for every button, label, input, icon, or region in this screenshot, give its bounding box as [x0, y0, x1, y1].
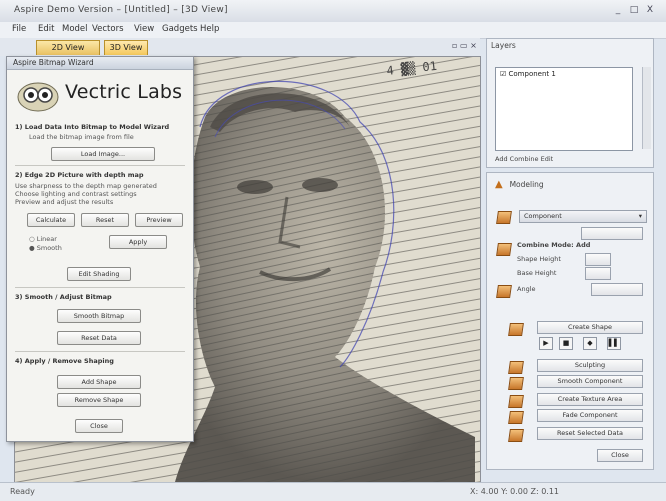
combine-field[interactable]	[581, 227, 643, 240]
layers-tool-row[interactable]: Add Combine Edit	[495, 155, 553, 163]
shape-height-input[interactable]	[585, 253, 611, 266]
layers-title: Layers	[491, 41, 516, 50]
tab-3d-view[interactable]: 3D View	[104, 40, 148, 55]
close-button[interactable]: X	[644, 4, 656, 16]
base-height-label: Base Height	[517, 269, 557, 277]
shape-height-label: Shape Height	[517, 255, 561, 263]
radio-linear-icon[interactable]: ○	[29, 235, 35, 243]
wizard-close-button[interactable]: Close	[75, 419, 123, 433]
smooth-component-button[interactable]: Smooth Component	[537, 375, 643, 388]
step1-text: Load the bitmap image from file	[29, 133, 134, 141]
load-image-button[interactable]: Load Image...	[51, 147, 155, 161]
option-smooth: Smooth	[36, 244, 62, 252]
reset-data-icon[interactable]	[508, 429, 524, 442]
step1-heading: 1) Load Data Into Bitmap to Model Wizard	[15, 123, 170, 131]
create-shape-icon[interactable]	[508, 323, 524, 336]
reset-selected-data-button[interactable]: Reset Selected Data	[537, 427, 643, 440]
view-tabs: 2D View 3D View ▫ ▭ ×	[0, 38, 480, 56]
stop-icon[interactable]: ■	[559, 337, 573, 350]
menu-model[interactable]: Model	[62, 24, 88, 34]
logo-text: Vectric Labs	[65, 81, 183, 103]
menu-vectors[interactable]: Vectors	[92, 24, 124, 34]
component-dropdown[interactable]: Component ▾	[519, 210, 647, 223]
logo-icon	[17, 82, 59, 112]
scrollbar[interactable]	[642, 67, 651, 149]
angle-input[interactable]	[591, 283, 643, 296]
modeling-header: ▲ Modeling	[495, 179, 544, 190]
modeling-icon: ▲	[495, 179, 503, 190]
menu-edit[interactable]: Edit	[38, 24, 54, 34]
step3-heading: 3) Smooth / Adjust Bitmap	[15, 293, 112, 301]
separator	[15, 351, 185, 352]
combine-icon[interactable]	[496, 243, 512, 256]
list-item[interactable]: ☑ Component 1	[496, 68, 632, 80]
minimize-button[interactable]: _	[612, 4, 624, 16]
radio-smooth-icon[interactable]: ●	[29, 244, 35, 252]
apply-button[interactable]: Apply	[109, 235, 167, 249]
smooth-bitmap-button[interactable]: Smooth Bitmap	[57, 309, 141, 323]
fade-component-button[interactable]: Fade Component	[537, 409, 643, 422]
view-controls-icon[interactable]: ▫ ▭ ×	[452, 41, 477, 50]
menu-gadgets[interactable]: Gadgets	[162, 24, 198, 34]
separator	[15, 287, 185, 288]
chevron-down-icon: ▾	[638, 212, 642, 220]
vectric-logo: Vectric Labs	[15, 77, 187, 117]
base-height-input[interactable]	[585, 267, 611, 280]
step2-text-3: Preview and adjust the results	[15, 198, 114, 206]
menu-bar: File Edit Model Vectors View Gadgets Hel…	[0, 22, 666, 39]
edit-shading-button[interactable]: Edit Shading	[67, 267, 131, 281]
window-title: Aspire Demo Version – [Untitled] – [3D V…	[14, 5, 228, 15]
title-bar: Aspire Demo Version – [Untitled] – [3D V…	[0, 0, 666, 23]
separator	[15, 165, 185, 166]
panel-close-button[interactable]: Close	[597, 449, 643, 462]
checkbox-icon[interactable]: ☑	[500, 70, 506, 78]
menu-view[interactable]: View	[134, 24, 154, 34]
fade-icon[interactable]	[508, 395, 524, 408]
step2-heading: 2) Edge 2D Picture with depth map	[15, 171, 144, 179]
reset-button[interactable]: Reset	[81, 213, 129, 227]
step4-heading: 4) Apply / Remove Shaping	[15, 357, 114, 365]
menu-help[interactable]: Help	[200, 24, 219, 34]
layers-panel: Layers ☑ Component 1 Add Combine Edit	[486, 38, 654, 168]
status-bar: Ready X: 4.00 Y: 0.00 Z: 0.11	[0, 482, 666, 501]
menu-file[interactable]: File	[12, 24, 26, 34]
pause-icon[interactable]: ▌▌	[607, 337, 621, 350]
smooth-icon[interactable]	[508, 361, 524, 374]
coordinate-readout: X: 4.00 Y: 0.00 Z: 0.11	[470, 487, 560, 496]
play-icon[interactable]: ▶	[539, 337, 553, 350]
preview-button[interactable]: Preview	[135, 213, 183, 227]
add-shape-button[interactable]: Add Shape	[57, 375, 141, 389]
create-shape-button[interactable]: Create Shape	[537, 321, 643, 334]
component-list[interactable]: ☑ Component 1	[495, 67, 633, 151]
modeling-panel: ▲ Modeling Component ▾ Combine Mode: Add …	[486, 172, 654, 470]
calculate-button[interactable]: Calculate	[27, 213, 75, 227]
bitmap-wizard-panel: Aspire Bitmap Wizard Vectric Labs 1) Loa…	[6, 56, 194, 442]
combine-label: Combine Mode: Add	[517, 241, 591, 249]
option-linear: Linear	[36, 235, 57, 243]
wizard-title: Aspire Bitmap Wizard	[7, 57, 193, 70]
diamond-icon[interactable]: ◆	[583, 337, 597, 350]
maximize-button[interactable]: □	[628, 4, 640, 16]
status-text: Ready	[10, 487, 35, 496]
angle-icon[interactable]	[496, 285, 512, 298]
angle-label: Angle	[517, 285, 536, 293]
sculpting-button[interactable]: Sculpting	[537, 359, 643, 372]
reset-icon[interactable]	[508, 411, 524, 424]
texture-area-button[interactable]: Create Texture Area	[537, 393, 643, 406]
component-icon[interactable]	[496, 211, 512, 224]
remove-shape-button[interactable]: Remove Shape	[57, 393, 141, 407]
modeling-title: Modeling	[509, 180, 544, 189]
step2-text-2: Choose lighting and contrast settings	[15, 190, 137, 198]
tab-2d-view[interactable]: 2D View	[36, 40, 100, 55]
reset-data-button[interactable]: Reset Data	[57, 331, 141, 345]
step2-text-1: Use sharpness to the depth map generated	[15, 182, 157, 190]
texture-icon[interactable]	[508, 377, 524, 390]
